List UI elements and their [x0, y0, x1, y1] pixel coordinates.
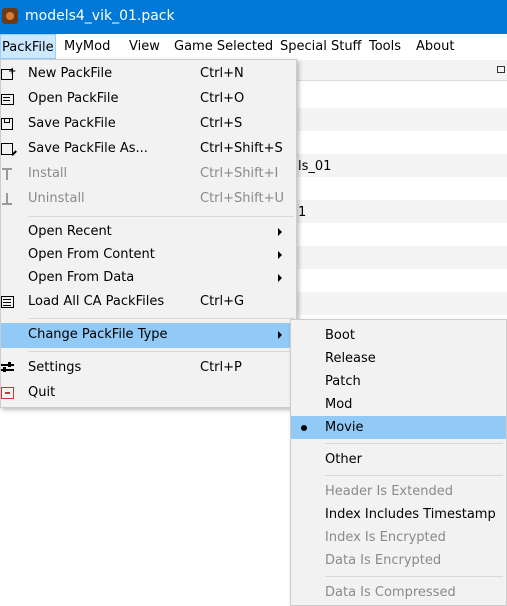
- menu-separator: [325, 475, 503, 476]
- open-recent-item[interactable]: Open Recent: [1, 220, 296, 245]
- new-packfile-item[interactable]: New PackFile Ctrl+N: [1, 62, 296, 87]
- open-from-content-item[interactable]: Open From Content: [1, 243, 296, 268]
- open-file-icon: [1, 94, 14, 105]
- save-packfile-item[interactable]: Save PackFile Ctrl+S: [1, 112, 296, 137]
- packfile-menu: New PackFile Ctrl+N Open PackFile Ctrl+O…: [0, 59, 297, 408]
- install-item[interactable]: Install Ctrl+Shift+I: [1, 162, 296, 187]
- header-is-extended-item[interactable]: Header Is Extended: [291, 480, 506, 503]
- save-as-icon: [1, 143, 13, 155]
- submenu-arrow-icon: [278, 228, 282, 236]
- data-is-compressed-item[interactable]: Data Is Compressed: [291, 581, 506, 604]
- submenu-arrow-icon: [278, 274, 282, 282]
- submenu-arrow-icon: [278, 331, 282, 339]
- row-text: ls_01: [298, 159, 332, 174]
- title-bar: models4_vik_01.pack: [0, 0, 507, 34]
- uninstall-item[interactable]: Uninstall Ctrl+Shift+U: [1, 187, 296, 212]
- menu-separator: [325, 443, 503, 444]
- save-packfile-as-item[interactable]: Save PackFile As... Ctrl+Shift+S: [1, 137, 296, 162]
- row-text: 1: [298, 205, 307, 220]
- menu-special-stuff[interactable]: Special Stuff: [280, 34, 362, 59]
- load-all-icon: [1, 296, 14, 308]
- load-all-ca-packfiles-item[interactable]: Load All CA PackFiles Ctrl+G: [1, 290, 296, 315]
- change-packfile-type-item[interactable]: Change PackFile Type: [1, 323, 296, 348]
- menu-separator: [28, 351, 294, 352]
- window-title: models4_vik_01.pack: [25, 8, 175, 24]
- type-release-item[interactable]: Release: [291, 347, 506, 370]
- menu-bar: PackFile MyMod View Game Selected Specia…: [0, 34, 507, 60]
- type-mod-item[interactable]: Mod: [291, 393, 506, 416]
- menu-packfile[interactable]: PackFile: [0, 34, 56, 59]
- install-icon: [2, 168, 12, 180]
- menu-about[interactable]: About: [416, 34, 454, 59]
- save-icon: [1, 118, 13, 130]
- quit-item[interactable]: Quit: [1, 381, 296, 406]
- settings-item[interactable]: Settings Ctrl+P: [1, 356, 296, 381]
- quit-icon: [1, 387, 14, 399]
- app-icon: [2, 8, 18, 24]
- settings-icon: [1, 362, 14, 369]
- index-includes-timestamp-item[interactable]: Index Includes Timestamp: [291, 503, 506, 526]
- menu-game-selected[interactable]: Game Selected: [174, 34, 273, 59]
- menu-separator: [325, 576, 503, 577]
- submenu-arrow-icon: [278, 251, 282, 259]
- type-other-item[interactable]: Other: [291, 448, 506, 471]
- data-is-encrypted-item[interactable]: Data Is Encrypted: [291, 549, 506, 572]
- type-patch-item[interactable]: Patch: [291, 370, 506, 393]
- selected-bullet-icon: [301, 425, 307, 431]
- menu-view[interactable]: View: [129, 34, 160, 59]
- menu-separator: [28, 216, 294, 217]
- packfile-type-submenu: Boot Release Patch Mod Movie Other Heade…: [290, 319, 507, 606]
- index-is-encrypted-item[interactable]: Index Is Encrypted: [291, 526, 506, 549]
- restore-icon[interactable]: [497, 66, 505, 73]
- uninstall-icon: [2, 193, 12, 205]
- type-boot-item[interactable]: Boot: [291, 324, 506, 347]
- menu-mymod[interactable]: MyMod: [64, 34, 110, 59]
- open-from-data-item[interactable]: Open From Data: [1, 266, 296, 291]
- open-packfile-item[interactable]: Open PackFile Ctrl+O: [1, 87, 296, 112]
- type-movie-item[interactable]: Movie: [291, 416, 506, 439]
- menu-separator: [28, 318, 294, 319]
- new-file-icon: [1, 66, 16, 80]
- menu-tools[interactable]: Tools: [369, 34, 401, 59]
